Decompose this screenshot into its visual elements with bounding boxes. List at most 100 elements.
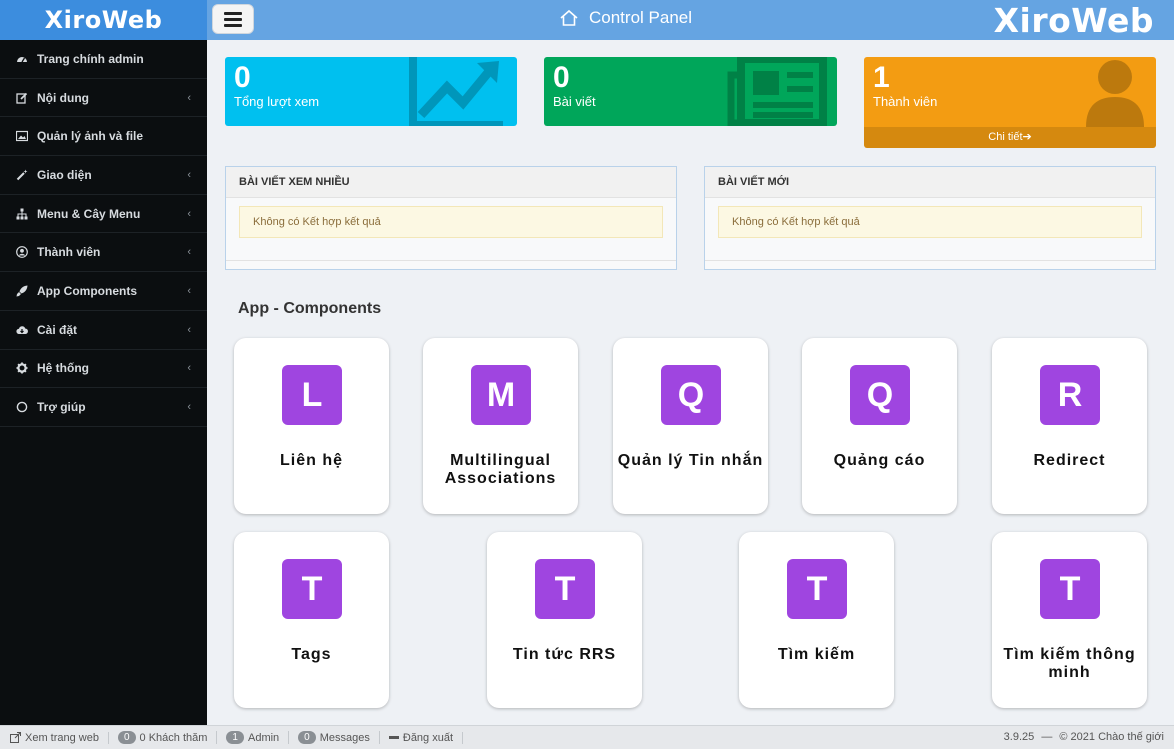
- panel-most-viewed: BÀI VIẾT XEM NHIỀU Không có Kết hợp kết …: [225, 166, 677, 270]
- component-letter-badge: Q: [661, 365, 721, 425]
- copyright-text: © 2021 Chào thế giới: [1059, 731, 1164, 743]
- component-letter-badge: T: [787, 559, 847, 619]
- component-card[interactable]: L Liên hệ: [234, 338, 389, 514]
- rocket-icon: [16, 285, 28, 297]
- chevron-left-icon: ‹: [187, 246, 191, 259]
- edit-icon: [16, 92, 28, 104]
- page-title: Control Panel: [559, 8, 692, 28]
- component-letter-badge: L: [282, 365, 342, 425]
- component-card[interactable]: R Redirect: [992, 338, 1147, 514]
- visitors-count-badge: 0: [117, 731, 136, 744]
- sidebar-item-members[interactable]: Thành viên ‹: [0, 233, 207, 273]
- sidebar-item-settings[interactable]: Cài đặt ‹: [0, 311, 207, 350]
- component-card[interactable]: M Multilingual Associations: [423, 338, 578, 514]
- section-title: App - Components: [238, 300, 382, 317]
- component-letter-badge: M: [471, 365, 531, 425]
- component-letter-badge: T: [282, 559, 342, 619]
- component-letter-badge: T: [1040, 559, 1100, 619]
- footer-statusbar: Xem trang web 0 0 Khách thăm 1 Admin 0 M…: [0, 725, 1174, 749]
- stat-value: 1: [873, 61, 890, 94]
- sidebar-toggle-button[interactable]: [212, 4, 254, 34]
- sidebar-item-label: Hệ thống: [37, 361, 89, 376]
- logout-link[interactable]: Đăng xuất: [388, 731, 464, 744]
- admin-indicator[interactable]: 1 Admin: [226, 731, 290, 744]
- header-logo[interactable]: XiroWeb: [994, 0, 1154, 40]
- component-name: Multilingual Associations: [444, 452, 557, 487]
- chart-line-icon: [409, 57, 503, 126]
- panel-title: BÀI VIẾT XEM NHIỀU: [226, 167, 676, 198]
- sidebar-item-dashboard[interactable]: Trang chính admin: [0, 40, 207, 79]
- version-text: 3.9.25: [1003, 731, 1035, 743]
- image-icon: [16, 130, 28, 142]
- component-name: Liên hệ: [279, 452, 343, 469]
- component-card[interactable]: T Tags: [234, 532, 389, 708]
- sidebar-item-label: Thành viên: [37, 245, 101, 260]
- panel-new-posts: BÀI VIẾT MỚI Không có Kết hợp kết quả: [704, 166, 1156, 270]
- component-card[interactable]: Q Quản lý Tin nhắn: [613, 338, 768, 514]
- component-card[interactable]: T Tin tức RRS: [487, 532, 642, 708]
- component-letter-badge: T: [535, 559, 595, 619]
- chevron-left-icon: ‹: [187, 284, 191, 297]
- admin-count-badge: 1: [226, 731, 244, 744]
- sidebar-item-menu[interactable]: Menu & Cây Menu ‹: [0, 195, 207, 234]
- stat-label: Tổng lượt xem: [234, 94, 320, 109]
- page-title-text: Control Panel: [589, 8, 693, 27]
- component-name: Tin tức RRS: [512, 646, 617, 663]
- component-name: Quản lý Tin nhắn: [617, 452, 764, 469]
- sidebar-item-app-components[interactable]: App Components ‹: [0, 272, 207, 311]
- chevron-left-icon: ‹: [187, 91, 191, 104]
- messages-count-badge: 0: [298, 731, 316, 744]
- component-name: Redirect: [1033, 452, 1106, 469]
- sidebar-item-label: Quản lý ảnh và file: [37, 129, 144, 144]
- external-link-icon: [10, 732, 21, 743]
- sidebar-item-media[interactable]: Quản lý ảnh và file: [0, 117, 207, 157]
- view-site-link[interactable]: Xem trang web: [10, 731, 109, 744]
- visitors-indicator: 0 0 Khách thăm: [117, 731, 218, 744]
- footer-copyright: 3.9.25 — © 2021 Chào thế giới: [1003, 731, 1164, 743]
- stat-label: Bài viết: [553, 94, 596, 109]
- sidebar-item-label: Nội dung: [37, 90, 89, 105]
- sidebar-item-label: App Components: [37, 283, 137, 298]
- stat-box-members[interactable]: 1 Thành viên Chi tiết➔: [864, 57, 1156, 148]
- stat-value: 0: [234, 61, 251, 94]
- dashboard-icon: [16, 53, 28, 65]
- chevron-left-icon: ‹: [187, 168, 191, 181]
- component-name: Quảng cáo: [833, 452, 926, 469]
- magic-wand-icon: [16, 169, 28, 181]
- chevron-left-icon: ‹: [187, 323, 191, 336]
- sidebar-item-system[interactable]: Hệ thống ‹: [0, 350, 207, 389]
- hamburger-icon: [224, 11, 242, 15]
- component-letter-badge: Q: [850, 365, 910, 425]
- home-icon: [560, 9, 578, 26]
- sidebar-item-label: Giao diện: [37, 167, 92, 182]
- stat-box-views[interactable]: 0 Tổng lượt xem: [225, 57, 517, 126]
- arrow-circle-right-icon: ➔: [1022, 131, 1032, 143]
- component-card[interactable]: Q Quảng cáo: [802, 338, 957, 514]
- component-name: Tags: [291, 646, 332, 663]
- component-name: Tìm kiếm: [777, 646, 856, 663]
- stat-label: Thành viên: [873, 94, 938, 109]
- sidebar-item-content[interactable]: Nội dung ‹: [0, 79, 207, 118]
- component-card[interactable]: T Tìm kiếm thông minh: [992, 532, 1147, 708]
- sidebar-item-label: Cài đặt: [37, 322, 78, 337]
- newspaper-icon: [727, 57, 827, 126]
- circle-icon: [16, 401, 28, 413]
- brand-logo[interactable]: XiroWeb: [0, 0, 207, 40]
- component-card[interactable]: T Tìm kiếm: [739, 532, 894, 708]
- sitemap-icon: [16, 208, 28, 220]
- user-circle-icon: [16, 246, 28, 259]
- stat-value: 0: [553, 61, 570, 94]
- cloud-download-icon: [16, 324, 28, 336]
- sidebar-item-appearance[interactable]: Giao diện ‹: [0, 156, 207, 195]
- details-link[interactable]: Chi tiết➔: [864, 127, 1156, 148]
- messages-indicator[interactable]: 0 Messages: [298, 731, 380, 744]
- empty-message: Không có Kết hợp kết quả: [239, 206, 663, 238]
- chevron-left-icon: ‹: [187, 401, 191, 414]
- component-letter-badge: R: [1040, 365, 1100, 425]
- sidebar-item-label: Trợ giúp: [37, 400, 86, 415]
- stat-box-posts[interactable]: 0 Bài viết: [544, 57, 837, 126]
- chevron-left-icon: ‹: [187, 207, 191, 220]
- chevron-left-icon: ‹: [187, 362, 191, 375]
- sidebar-item-help[interactable]: Trợ giúp ‹: [0, 388, 207, 427]
- topbar: Control Panel XiroWeb: [207, 0, 1174, 40]
